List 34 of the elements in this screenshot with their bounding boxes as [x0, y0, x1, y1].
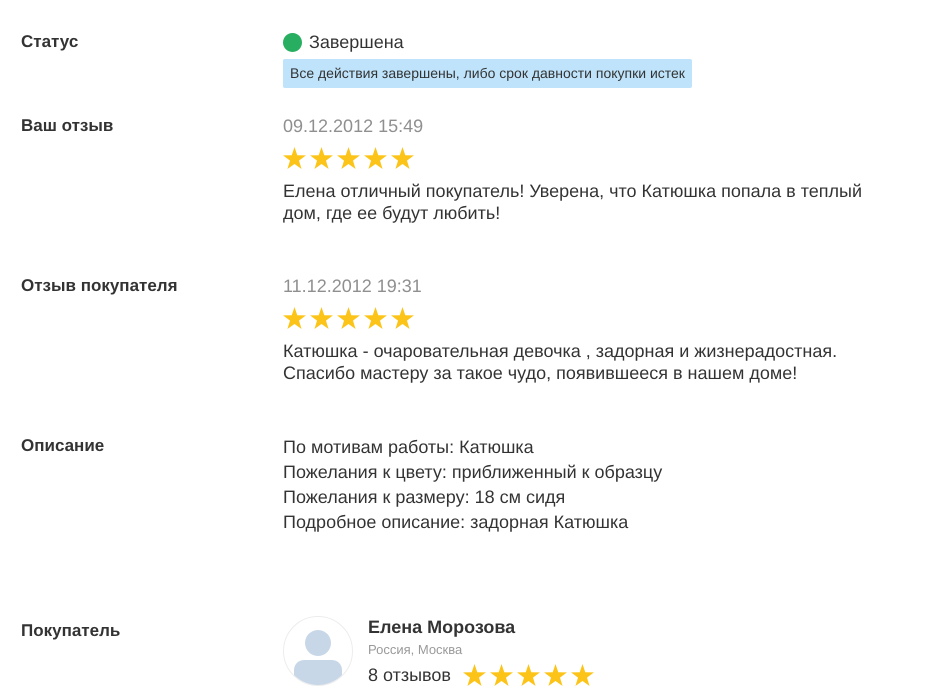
review-text: Катюшка - очаровательная девочка , задорная и жизнерадостная. Спасибо мастеру за такое чудо, появившееся в нашем доме!	[283, 340, 838, 384]
star-icon	[490, 664, 513, 686]
description-line: Пожелания к размеру: 18 см сидя	[283, 486, 566, 509]
star-icon	[310, 307, 333, 329]
field-label: Покупатель	[21, 621, 120, 640]
field-label: Описание	[21, 436, 104, 455]
avatar-icon	[283, 616, 353, 686]
star-icon	[391, 307, 414, 329]
star-icon	[571, 664, 594, 686]
buyer-name[interactable]: Елена Морозова	[368, 616, 594, 638]
status-hint: Все действия завершены, либо срок давности покупки истек	[283, 59, 692, 88]
star-icon	[337, 307, 360, 329]
star-icon	[517, 664, 540, 686]
description-line: Пожелания к цвету: приближенный к образцу	[283, 461, 664, 484]
buyer-location: Россия, Москва	[368, 642, 464, 658]
description-line: Подробное описание: задорная Катюшка	[283, 511, 630, 534]
review-date: 11.12.2012 19:31	[283, 275, 423, 297]
star-icon	[544, 664, 567, 686]
star-icon	[283, 307, 306, 329]
review-date: 09.12.2012 15:49	[283, 115, 424, 137]
description-line: По мотивам работы: Катюшка	[283, 436, 535, 459]
status-text: Завершена	[309, 31, 404, 53]
field-label: Ваш отзыв	[21, 116, 114, 135]
star-icon	[337, 147, 360, 169]
star-icon	[283, 147, 306, 169]
star-icon	[310, 147, 333, 169]
star-icon	[391, 147, 414, 169]
field-label: Отзыв покупателя	[21, 276, 178, 295]
star-icon	[364, 307, 387, 329]
star-icon	[364, 147, 387, 169]
field-label: Статус	[21, 32, 78, 51]
review-count[interactable]: 8 отзывов	[368, 664, 451, 686]
star-icon	[463, 664, 486, 686]
review-text: Елена отличный покупатель! Уверена, что Катюшка попала в теплый дом, где ее будут любить!	[283, 180, 863, 224]
